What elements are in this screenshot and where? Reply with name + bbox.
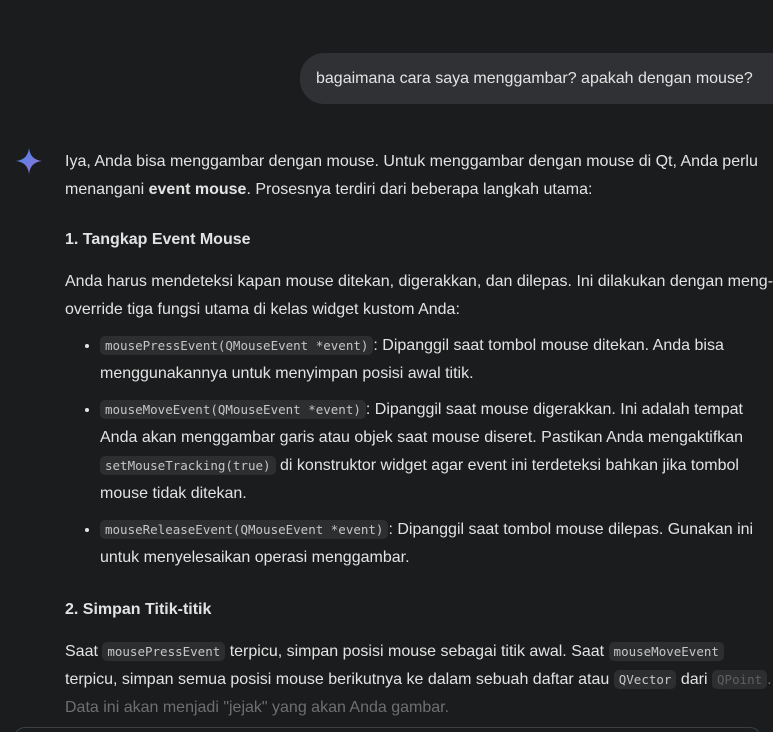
section-2-paragraph: Saat mousePressEvent terpicu, simpan pos… <box>65 638 773 722</box>
inline-code: mouseMoveEvent <box>608 642 724 661</box>
paragraph-text: terpicu, simpan posisi mouse sebagai tit… <box>225 643 609 660</box>
section-2-heading: 2. Simpan Titik-titik <box>65 601 212 618</box>
list-item: mousePressEvent(QMouseEvent *event): Dip… <box>100 332 773 388</box>
inline-code: QPoint <box>712 670 768 689</box>
response-intro: Iya, Anda bisa menggambar dengan mouse. … <box>65 148 773 204</box>
user-message-bubble: bagaimana cara saya menggambar? apakah d… <box>300 53 773 104</box>
inline-code: mouseMoveEvent(QMouseEvent *event) <box>100 400 366 419</box>
section-1-paragraph: Anda harus mendeteksi kapan mouse diteka… <box>65 273 773 318</box>
intro-bold-text: event mouse <box>148 181 247 198</box>
intro-text-2: . Prosesnya terdiri dari beberapa langka… <box>246 181 593 198</box>
gemini-spark-icon <box>16 148 42 174</box>
inline-code: mouseReleaseEvent(QMouseEvent *event) <box>100 520 389 539</box>
paragraph-text: Saat <box>65 643 103 660</box>
event-function-list: mousePressEvent(QMouseEvent *event): Dip… <box>65 332 773 572</box>
prompt-input-box[interactable] <box>14 727 761 732</box>
inline-code: mousePressEvent(QMouseEvent *event) <box>100 336 374 355</box>
section-1-heading: 1. Tangkap Event Mouse <box>65 231 251 248</box>
inline-code: QVector <box>613 670 677 689</box>
paragraph-text: terpicu, simpan semua posisi mouse berik… <box>65 671 614 688</box>
paragraph-text: dari <box>676 671 713 688</box>
inline-code: mousePressEvent <box>102 642 226 661</box>
user-message-text: bagaimana cara saya menggambar? apakah d… <box>316 69 753 87</box>
list-item: mouseMoveEvent(QMouseEvent *event): Dipa… <box>100 396 773 508</box>
assistant-response: Iya, Anda bisa menggambar dengan mouse. … <box>65 148 773 722</box>
inline-code: setMouseTracking(true) <box>100 456 276 475</box>
chat-page: bagaimana cara saya menggambar? apakah d… <box>0 0 773 732</box>
list-item: mouseReleaseEvent(QMouseEvent *event): D… <box>100 516 773 572</box>
